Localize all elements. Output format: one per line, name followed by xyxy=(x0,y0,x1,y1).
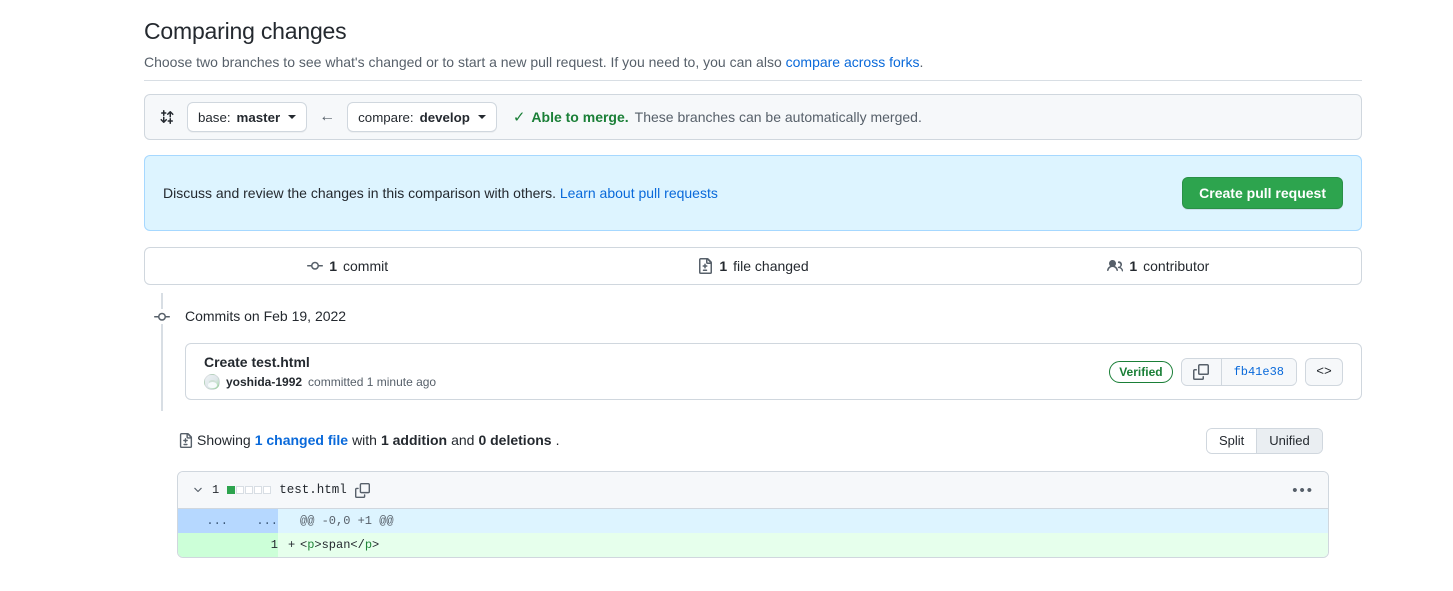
pull-request-banner: Discuss and review the changes in this c… xyxy=(144,155,1362,231)
learn-about-pull-requests-link[interactable]: Learn about pull requests xyxy=(560,185,718,201)
commit-sha-link[interactable]: fb41e38 xyxy=(1221,358,1296,385)
banner-text: Discuss and review the changes in this c… xyxy=(163,185,718,201)
git-compare-icon xyxy=(159,108,177,126)
comparing-changes-page: Comparing changes Choose two branches to… xyxy=(0,0,1453,591)
check-icon: ✓ xyxy=(512,108,526,126)
page-header: Comparing changes Choose two branches to… xyxy=(144,14,1362,72)
compare-across-forks-link[interactable]: compare across forks xyxy=(786,54,920,70)
additions-count: 1 addition xyxy=(380,432,448,448)
browse-code-button[interactable]: <> xyxy=(1305,357,1343,386)
tab-unified-view[interactable]: Unified xyxy=(1256,429,1322,453)
commit-meta: yoshida-1992 committed 1 minute ago xyxy=(204,374,436,390)
commit-author-link[interactable]: yoshida-1992 xyxy=(226,374,302,390)
subtitle-text-pre: Choose two branches to see what's change… xyxy=(144,54,786,70)
diffstat-bar xyxy=(227,486,272,494)
file-diff-icon xyxy=(178,432,193,448)
commit-node-icon xyxy=(154,309,170,324)
diff-table: ... ... @@ -0,0 +1 @@ 1 + <p>span</p> xyxy=(178,509,1328,557)
commit-actions: Verified fb41e38 <> xyxy=(1109,357,1343,386)
contributors-label: contributor xyxy=(1143,258,1210,274)
file-diff-icon xyxy=(697,258,713,274)
compare-branch-name: develop xyxy=(419,109,470,125)
diffstat-block-empty xyxy=(245,486,254,494)
stat-contributors[interactable]: 1 contributor xyxy=(956,258,1361,274)
subtitle-text-post: . xyxy=(919,54,924,70)
file-header-left: 1 test.html xyxy=(192,482,370,498)
chevron-down-icon xyxy=(477,115,486,119)
diff-summary: Showing 1 changed file with 1 addition a… xyxy=(178,431,559,449)
commits-count: 1 xyxy=(329,258,337,274)
banner-text-pre: Discuss and review the changes in this c… xyxy=(163,185,560,201)
deletions-count: 0 deletions xyxy=(478,432,552,448)
diff-row-hunk: ... ... @@ -0,0 +1 @@ xyxy=(178,509,1328,533)
files-changed-label: file changed xyxy=(733,258,809,274)
diffstat-block-empty xyxy=(254,486,263,494)
copy-sha-button[interactable] xyxy=(1181,358,1222,385)
addition-line-old xyxy=(178,533,228,557)
file-change-count: 1 xyxy=(212,483,220,497)
showing-and: and xyxy=(451,432,475,448)
file-diff-header: 1 test.html ••• xyxy=(178,472,1328,509)
stat-files-changed[interactable]: 1 file changed xyxy=(550,258,955,274)
verified-badge[interactable]: Verified xyxy=(1109,360,1173,383)
commit-timestamp: committed 1 minute ago xyxy=(308,375,437,389)
arrow-left-icon: ← xyxy=(319,108,336,125)
diff-view-toggle: Split Unified xyxy=(1206,428,1323,454)
diff-row-addition: 1 + <p>span</p> xyxy=(178,533,1328,557)
showing-mid: with xyxy=(352,432,377,448)
commit-icon xyxy=(307,258,324,274)
addition-marker: + xyxy=(288,538,296,552)
commit-sha-group: fb41e38 xyxy=(1180,357,1297,386)
chevron-down-icon xyxy=(288,115,297,119)
kebab-menu-icon[interactable]: ••• xyxy=(1292,483,1314,498)
addition-line-new: 1 xyxy=(228,533,278,557)
commit-row: Create test.html yoshida-1992 committed … xyxy=(185,343,1362,400)
merge-status: ✓ Able to merge. These branches can be a… xyxy=(513,109,922,125)
files-changed-count: 1 xyxy=(719,258,728,274)
diffstat-block-empty xyxy=(263,486,272,494)
compare-branch-prefix: compare: xyxy=(358,109,414,125)
diffstat-block-empty xyxy=(236,486,245,494)
stat-commits[interactable]: 1 commit xyxy=(145,258,550,274)
page-subtitle: Choose two branches to see what's change… xyxy=(144,52,1362,72)
diffstat-block-add xyxy=(227,486,236,494)
base-branch-prefix: base: xyxy=(198,109,231,125)
compare-branch-select[interactable]: compare: develop xyxy=(347,102,497,132)
file-name[interactable]: test.html xyxy=(279,483,347,497)
header-divider xyxy=(144,80,1362,81)
commit-info: Create test.html yoshida-1992 committed … xyxy=(204,353,436,390)
copy-path-icon[interactable] xyxy=(354,482,370,498)
contributors-count: 1 xyxy=(1129,258,1138,274)
page-title: Comparing changes xyxy=(144,18,347,44)
chevron-down-icon[interactable] xyxy=(192,484,204,496)
showing-prefix: Showing xyxy=(197,432,251,448)
comparison-stats-bar: 1 commit 1 file changed 1 contributor xyxy=(144,247,1362,285)
commit-message-link[interactable]: Create test.html xyxy=(204,353,436,371)
tab-split-view[interactable]: Split xyxy=(1207,429,1257,453)
hunk-header-code: @@ -0,0 +1 @@ xyxy=(278,509,1328,533)
hunk-line-new: ... xyxy=(228,509,278,533)
addition-code: + <p>span</p> xyxy=(278,533,1328,557)
branch-comparison-bar: base: master ← compare: develop ✓ Able t… xyxy=(144,94,1362,140)
addition-code-text: <p>span</p> xyxy=(300,538,380,552)
people-icon xyxy=(1107,258,1124,274)
create-pull-request-button[interactable]: Create pull request xyxy=(1182,177,1343,209)
commits-label: commit xyxy=(343,258,389,274)
file-diff-card: 1 test.html ••• ... ... @@ -0,0 +1 @@ 1 … xyxy=(177,471,1329,558)
hunk-line-old: ... xyxy=(178,509,228,533)
commits-date-heading: Commits on Feb 19, 2022 xyxy=(185,308,347,324)
merge-status-label: Able to merge. xyxy=(531,109,629,125)
merge-status-description: These branches can be automatically merg… xyxy=(634,109,922,125)
base-branch-name: master xyxy=(236,109,281,125)
avatar xyxy=(204,374,220,390)
changed-file-link[interactable]: 1 changed file xyxy=(255,431,348,449)
showing-post: . xyxy=(555,432,560,448)
base-branch-select[interactable]: base: master xyxy=(187,102,308,132)
